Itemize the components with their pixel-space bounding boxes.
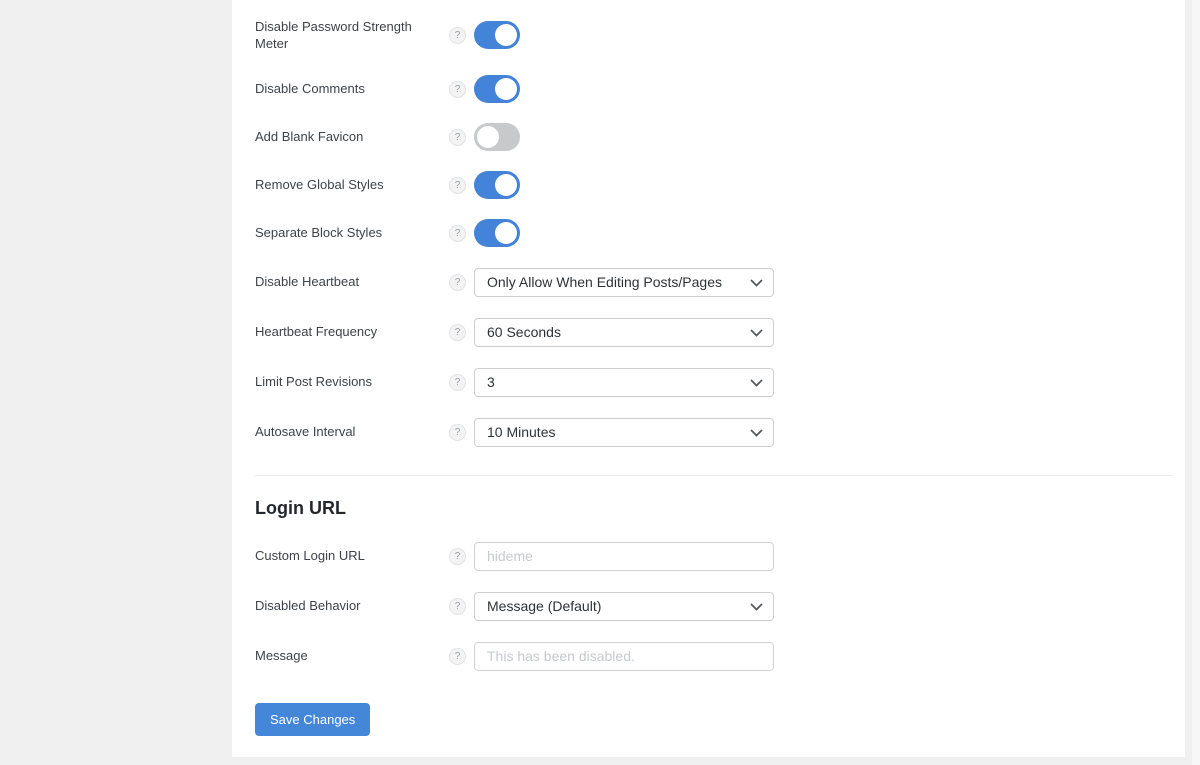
settings-row: Message ? (255, 631, 1173, 681)
chevron-down-icon (750, 379, 763, 387)
toggle-knob (495, 24, 517, 46)
section-divider (255, 475, 1173, 476)
settings-row: Disable Password Strength Meter ? (255, 5, 1173, 65)
settings-row: Add Blank Favicon ? (255, 113, 1173, 161)
help-icon[interactable]: ? (449, 27, 466, 44)
settings-row: Remove Global Styles ? (255, 161, 1173, 209)
help-icon[interactable]: ? (449, 548, 466, 565)
login-url-section-heading: Login URL (255, 496, 1173, 520)
toggle-knob (495, 78, 517, 100)
toggle-separate-block-styles[interactable] (474, 219, 520, 247)
help-icon[interactable]: ? (449, 225, 466, 242)
setting-label-limit-post-revisions: Limit Post Revisions (255, 373, 449, 390)
help-icon[interactable]: ? (449, 424, 466, 441)
select-disable-heartbeat[interactable]: Only Allow When Editing Posts/Pages (474, 268, 774, 297)
setting-label-remove-global-styles: Remove Global Styles (255, 176, 449, 193)
setting-label-custom-login-url: Custom Login URL (255, 547, 449, 564)
custom-login-url-input[interactable] (474, 542, 774, 571)
toggle-knob (477, 126, 499, 148)
help-icon[interactable]: ? (449, 374, 466, 391)
settings-row: Separate Block Styles ? (255, 209, 1173, 257)
select-value: 10 Minutes (487, 424, 555, 440)
settings-row: Disable Heartbeat ? Only Allow When Edit… (255, 257, 1173, 307)
settings-row: Disabled Behavior ? Message (Default) (255, 581, 1173, 631)
select-value: Only Allow When Editing Posts/Pages (487, 274, 722, 290)
scrollbar-track[interactable] (1192, 0, 1200, 765)
select-value: Message (Default) (487, 598, 601, 614)
setting-label-separate-block-styles: Separate Block Styles (255, 224, 449, 241)
setting-label-message: Message (255, 647, 449, 664)
settings-row: Heartbeat Frequency ? 60 Seconds (255, 307, 1173, 357)
select-value: 60 Seconds (487, 324, 561, 340)
toggle-remove-global-styles[interactable] (474, 171, 520, 199)
select-limit-post-revisions[interactable]: 3 (474, 368, 774, 397)
help-icon[interactable]: ? (449, 81, 466, 98)
toggle-disable-password-strength-meter[interactable] (474, 21, 520, 49)
help-icon[interactable]: ? (449, 324, 466, 341)
help-icon[interactable]: ? (449, 129, 466, 146)
setting-label-disable-comments: Disable Comments (255, 80, 449, 97)
toggle-knob (495, 222, 517, 244)
settings-row: Custom Login URL ? (255, 531, 1173, 581)
chevron-down-icon (750, 429, 763, 437)
select-heartbeat-frequency[interactable]: 60 Seconds (474, 318, 774, 347)
help-icon[interactable]: ? (449, 648, 466, 665)
save-changes-button[interactable]: Save Changes (255, 703, 370, 736)
toggle-add-blank-favicon[interactable] (474, 123, 520, 151)
select-disabled-behavior[interactable]: Message (Default) (474, 592, 774, 621)
message-input[interactable] (474, 642, 774, 671)
settings-row: Autosave Interval ? 10 Minutes (255, 407, 1173, 457)
chevron-down-icon (750, 603, 763, 611)
select-value: 3 (487, 374, 495, 390)
settings-row: Limit Post Revisions ? 3 (255, 357, 1173, 407)
select-autosave-interval[interactable]: 10 Minutes (474, 418, 774, 447)
setting-label-disabled-behavior: Disabled Behavior (255, 597, 449, 614)
help-icon[interactable]: ? (449, 598, 466, 615)
help-icon[interactable]: ? (449, 274, 466, 291)
settings-content-panel: Disable Password Strength Meter ? Disabl… (232, 0, 1185, 757)
setting-label-add-blank-favicon: Add Blank Favicon (255, 128, 449, 145)
settings-row: Disable Comments ? (255, 65, 1173, 113)
toggle-knob (495, 174, 517, 196)
chevron-down-icon (750, 329, 763, 337)
toggle-disable-comments[interactable] (474, 75, 520, 103)
setting-label-disable-heartbeat: Disable Heartbeat (255, 273, 449, 290)
setting-label-autosave-interval: Autosave Interval (255, 423, 449, 440)
setting-label-disable-password-strength-meter: Disable Password Strength Meter (255, 18, 449, 52)
help-icon[interactable]: ? (449, 177, 466, 194)
setting-label-heartbeat-frequency: Heartbeat Frequency (255, 323, 449, 340)
chevron-down-icon (750, 279, 763, 287)
